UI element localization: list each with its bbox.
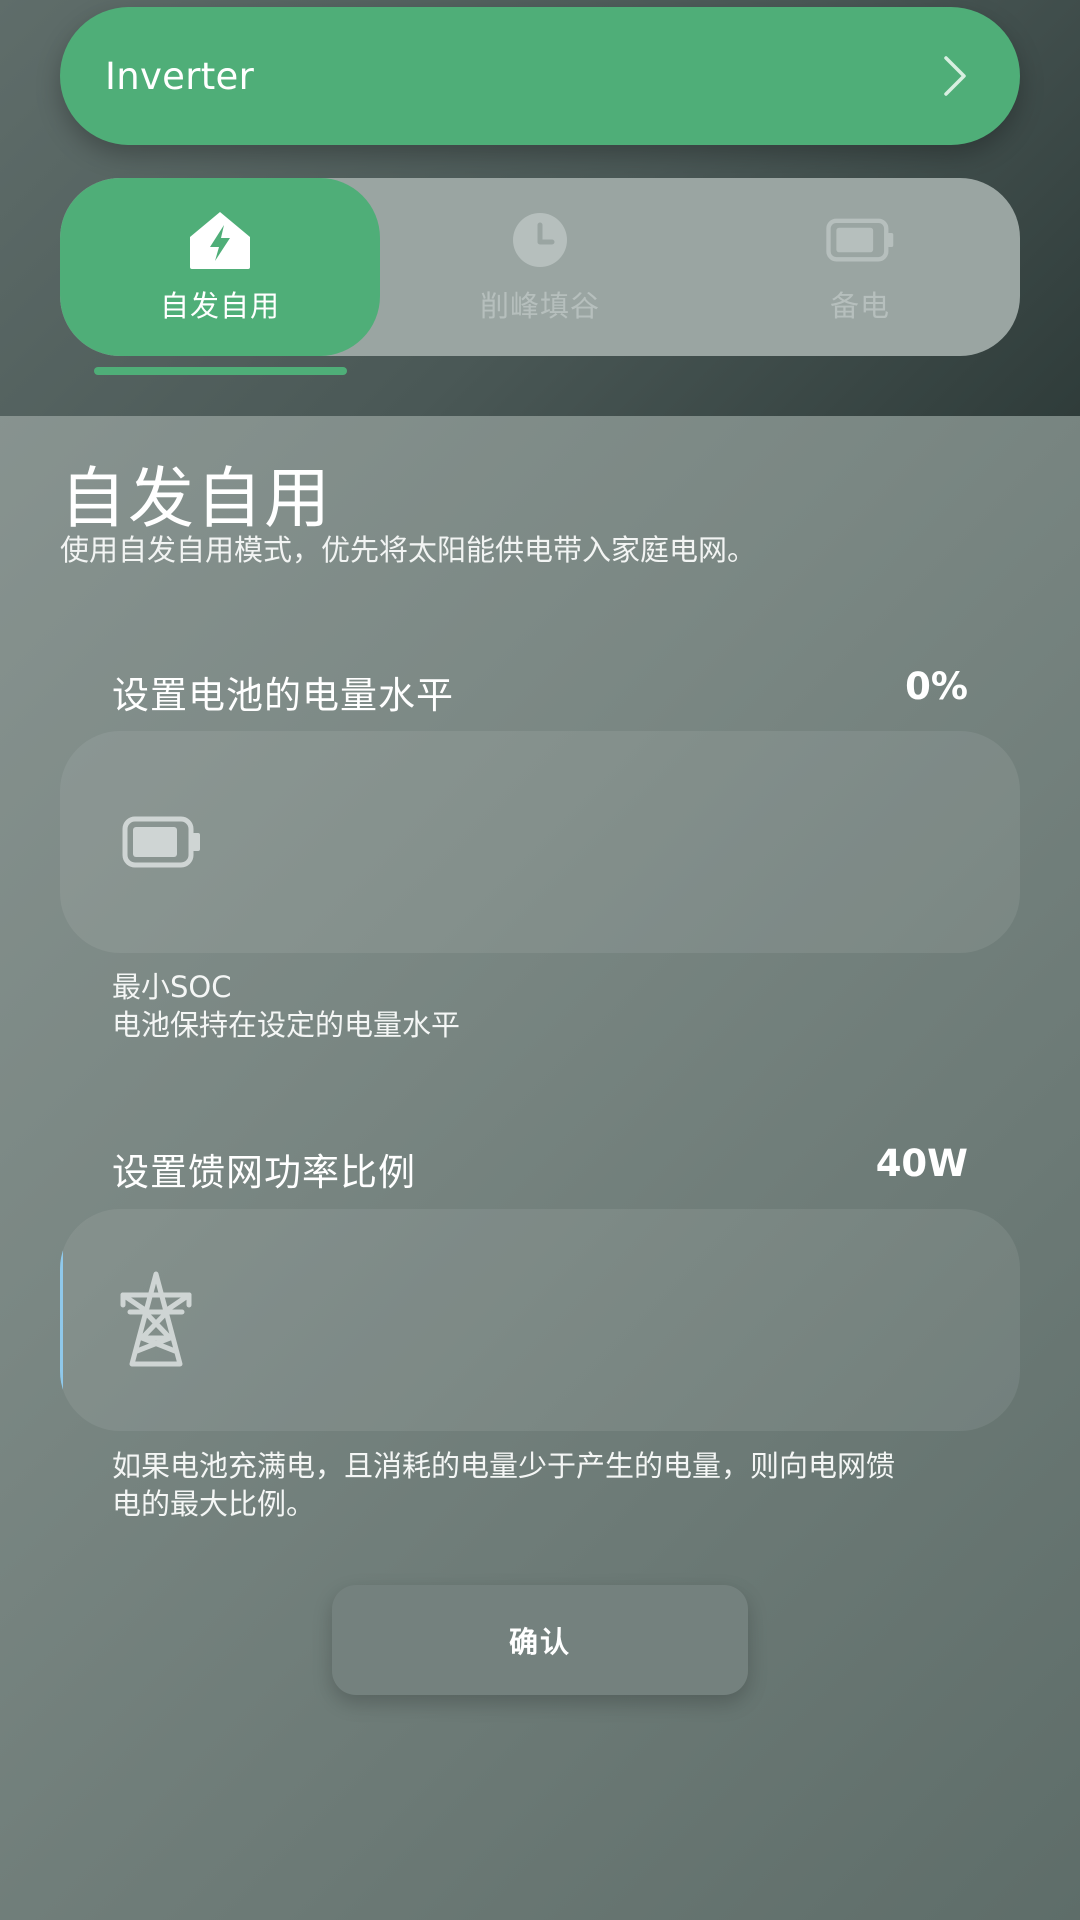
tab-peak-shaving[interactable]: 削峰填谷 — [380, 178, 700, 356]
hint-line: 电池保持在设定的电量水平 — [112, 1008, 461, 1042]
grid-feed-label: 设置馈网功率比例 — [112, 1151, 416, 1194]
clock-icon — [513, 213, 567, 267]
battery-icon — [122, 816, 200, 868]
confirm-button[interactable]: 确认 — [332, 1585, 748, 1695]
grid-feed-value: 40W — [875, 1142, 968, 1185]
battery-level-label: 设置电池的电量水平 — [112, 674, 454, 717]
battery-level-hint: 最小SOC 电池保持在设定的电量水平 — [112, 968, 460, 1044]
tab-self-consumption[interactable]: 自发自用 — [60, 178, 380, 356]
active-tab-indicator — [94, 367, 347, 375]
tab-backup[interactable]: 备电 — [700, 178, 1020, 356]
device-selector[interactable]: Inverter — [60, 7, 1020, 145]
battery-level-value: 0% — [905, 665, 968, 708]
battery-level-slider[interactable] — [60, 731, 1020, 953]
hint-line: 电的最大比例。 — [112, 1487, 316, 1521]
battery-icon — [826, 218, 894, 262]
tab-label: 削峰填谷 — [479, 289, 600, 323]
power-tower-icon — [120, 1271, 192, 1367]
tab-label: 备电 — [829, 289, 890, 323]
home-bolt-icon — [190, 212, 250, 269]
hint-line: 如果电池充满电，且消耗的电量少于产生的电量，则向电网馈 — [112, 1449, 896, 1483]
tab-label: 自发自用 — [159, 289, 280, 323]
device-name: Inverter — [105, 54, 255, 98]
slider-fill — [60, 1209, 63, 1431]
chevron-right-icon — [944, 56, 966, 96]
hint-line: 最小SOC — [112, 970, 232, 1004]
grid-feed-hint: 如果电池充满电，且消耗的电量少于产生的电量，则向电网馈 电的最大比例。 — [112, 1447, 895, 1523]
mode-tabs: 自发自用 削峰填谷 备电 — [60, 178, 1020, 356]
grid-feed-slider[interactable] — [60, 1209, 1020, 1431]
mode-description: 使用自发自用模式，优先将太阳能供电带入家庭电网。 — [60, 533, 757, 567]
